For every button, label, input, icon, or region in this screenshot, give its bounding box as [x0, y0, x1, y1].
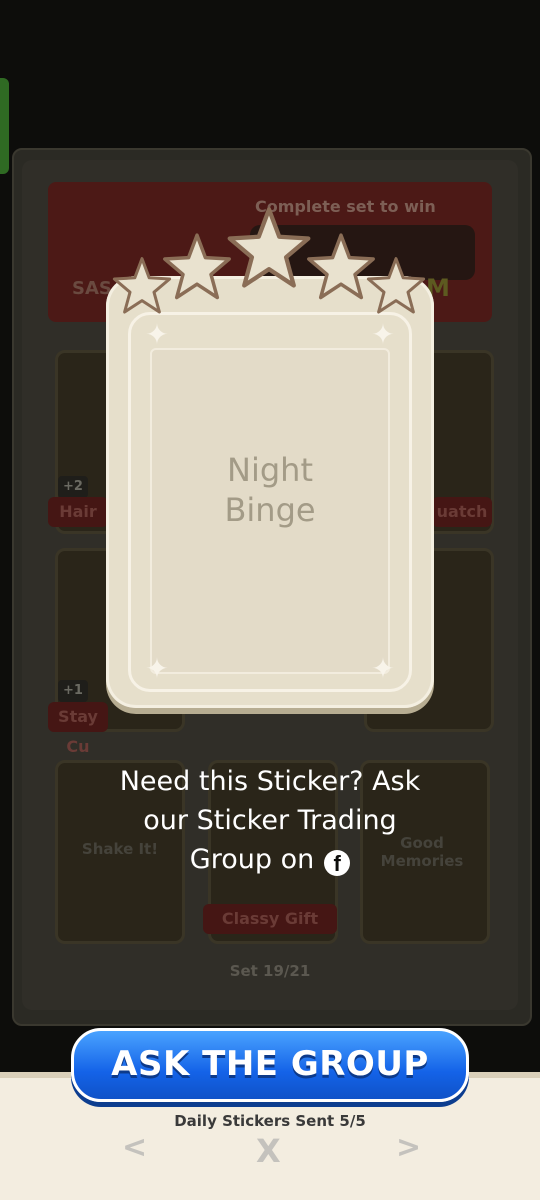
sticker-name: Night Binge — [150, 450, 390, 530]
set-progress: Set 19/21 — [229, 962, 311, 980]
corner-ornament-icon: ✦ — [145, 318, 169, 351]
sticker-name-line2: Binge — [224, 491, 316, 529]
corner-ornament-icon: ✦ — [371, 318, 395, 351]
message-line: Need this Sticker? Ask — [119, 766, 421, 797]
star-icon — [227, 207, 311, 288]
ask-the-group-button[interactable]: ASK THE GROUP — [71, 1028, 469, 1102]
bg-card-label: Hair — [48, 497, 108, 527]
chevron-left-icon[interactable]: < — [122, 1130, 147, 1165]
message-line: Group on — [189, 844, 315, 875]
corner-ornament-icon: ✦ — [145, 652, 169, 685]
star-icon — [163, 233, 231, 300]
sticker-name-line1: Night — [227, 451, 313, 489]
facebook-icon: f — [324, 850, 351, 876]
message-line: our Sticker Trading — [143, 805, 397, 836]
message-line-with-icon: Group on f — [70, 840, 470, 879]
daily-stickers-status: Daily Stickers Sent 5/5 — [174, 1112, 366, 1130]
banner-left-fragment: SAS — [72, 278, 112, 299]
corner-ornament-icon: ✦ — [371, 652, 395, 685]
chevron-right-icon[interactable]: > — [396, 1130, 421, 1165]
bg-count-badge: +2 — [58, 476, 88, 498]
bg-card-label: uatch — [432, 497, 492, 527]
star-icon — [366, 257, 426, 314]
close-icon[interactable]: X — [256, 1132, 281, 1170]
bg-count-badge: +1 — [58, 680, 88, 702]
bg-card-label: Classy Gift — [203, 904, 337, 934]
trading-message: Need this Sticker? Ask our Sticker Tradi… — [70, 762, 470, 879]
bg-card-label: Stay Cu — [48, 702, 108, 756]
side-tab — [0, 78, 9, 174]
